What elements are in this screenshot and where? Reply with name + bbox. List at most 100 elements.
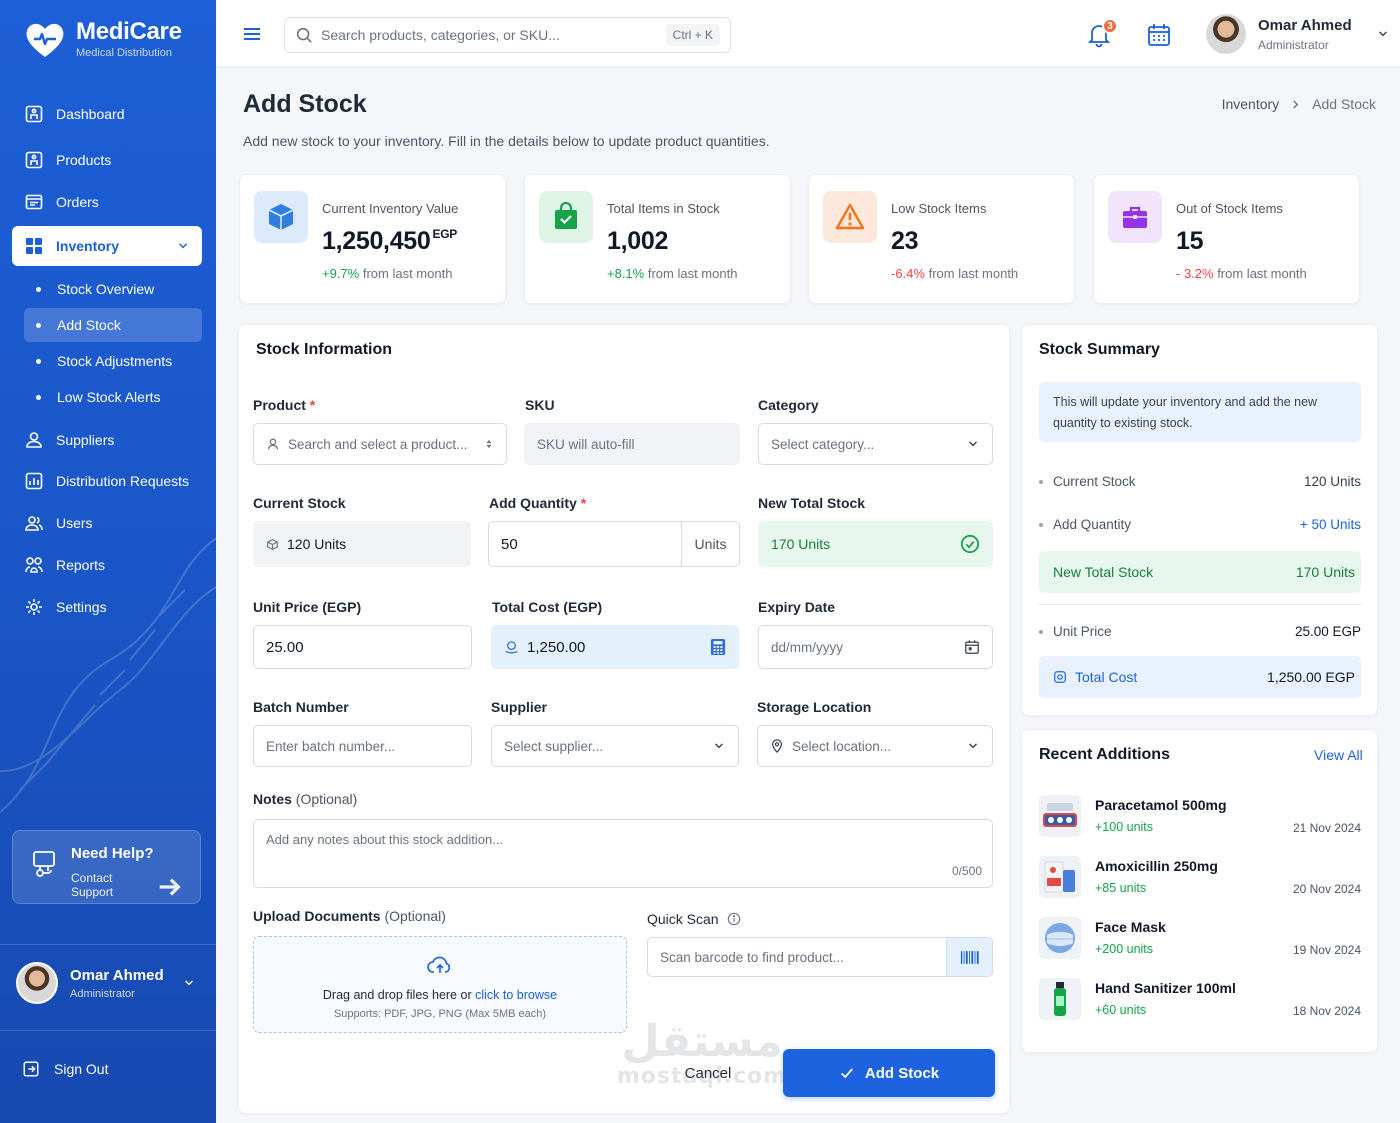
watermark-latin: mostaql.com (616, 1064, 788, 1089)
suppliers-icon (26, 432, 42, 448)
stat-change: -6.4% from last month (891, 266, 1018, 281)
sidebar-item-orders[interactable]: Orders (12, 182, 202, 222)
view-all-link[interactable]: View All (1314, 747, 1363, 763)
sidebar-item-products[interactable]: Products (12, 140, 202, 180)
expiry-date-input[interactable]: dd/mm/yyyy (758, 625, 993, 669)
recent-item-date: 19 Nov 2024 (1292, 943, 1361, 957)
upload-label-text: Upload Documents (253, 908, 381, 924)
total-cost-label: Total Cost (EGP) (492, 599, 603, 615)
supplier-placeholder: Select supplier... (504, 738, 604, 754)
barcode-scan-input[interactable]: Scan barcode to find product... (647, 937, 993, 977)
sidebar-item-suppliers[interactable]: Suppliers (12, 420, 202, 460)
search-shortcut: Ctrl + K (665, 24, 720, 46)
check-icon (840, 1068, 853, 1079)
global-search[interactable]: Ctrl + K (284, 17, 731, 53)
category-select[interactable]: Select category... (758, 423, 993, 465)
storage-location-select[interactable]: Select location... (757, 725, 993, 767)
notification-badge: 3 (1102, 18, 1118, 34)
barcode-icon (960, 950, 979, 964)
stat-icon-wrap (539, 191, 593, 243)
upload-dropzone[interactable]: Drag and drop files here or click to bro… (253, 936, 627, 1033)
sidebar-item-settings[interactable]: Settings (12, 587, 202, 627)
hamburger-menu-icon[interactable] (242, 24, 262, 44)
stat-change-value: - 3.2% (1176, 266, 1214, 281)
bullet-icon (36, 286, 41, 292)
help-title: Need Help? (71, 845, 154, 862)
product-select[interactable]: Search and select a product... (253, 423, 507, 465)
sign-out-button[interactable]: Sign Out (22, 1060, 108, 1078)
page-subtitle: Add new stock to your inventory. Fill in… (243, 133, 770, 149)
sku-label: SKU (525, 397, 555, 413)
sidebar-subitem-low-stock-alerts[interactable]: Low Stock Alerts (24, 380, 202, 414)
product-label: Product * (253, 397, 315, 413)
brand-name: MediCare (76, 18, 182, 45)
summary-row-unit-price: Unit Price 25.00 EGP (1039, 624, 1361, 639)
coins-icon (505, 640, 518, 653)
dashboard-icon (25, 105, 43, 123)
calendar-icon[interactable] (1146, 22, 1172, 48)
help-card[interactable]: Need Help? Contact Support (12, 830, 201, 904)
list-item[interactable]: Face Mask +200 units 19 Nov 2024 (1039, 917, 1361, 961)
sidebar-divider (0, 1030, 216, 1031)
stat-value-number: 15 (1176, 227, 1204, 255)
recent-item-name: Paracetamol 500mg (1095, 797, 1227, 813)
watermark-arabic: مستقل (621, 1016, 783, 1067)
barcode-scan-button[interactable] (946, 938, 992, 976)
summary-divider (1039, 604, 1361, 605)
notes-textarea[interactable]: Add any notes about this stock addition.… (253, 819, 993, 888)
contact-support-link[interactable]: Contact Support (71, 868, 182, 902)
sidebar-item-dashboard[interactable]: Dashboard (12, 94, 202, 134)
list-item[interactable]: Hand Sanitizer 100ml +60 units 18 Nov 20… (1039, 978, 1361, 1022)
list-item[interactable]: Paracetamol 500mg +100 units 21 Nov 2024 (1039, 795, 1361, 839)
category-label: Category (758, 397, 819, 413)
batch-number-input[interactable]: Enter batch number... (253, 725, 472, 767)
add-quantity-input[interactable]: 50 Units (488, 521, 740, 567)
brand[interactable]: MediCare Medical Distribution (24, 20, 182, 59)
sidebar-item-inventory[interactable]: Inventory (12, 226, 202, 266)
check-circle-icon (960, 534, 980, 554)
stat-label: Current Inventory Value (322, 201, 459, 216)
supplier-select[interactable]: Select supplier... (491, 725, 739, 767)
sidebar-subitem-add-stock[interactable]: Add Stock (24, 308, 202, 342)
topbar-user-menu[interactable]: Omar Ahmed Administrator (1206, 14, 1390, 54)
sidebar-item-reports[interactable]: Reports (12, 545, 202, 585)
recent-item-name: Hand Sanitizer 100ml (1095, 980, 1236, 996)
sidebar-item-users[interactable]: Users (12, 503, 202, 543)
stat-label: Low Stock Items (891, 201, 987, 216)
chevron-right-icon (1293, 99, 1299, 109)
recent-item-date: 20 Nov 2024 (1292, 882, 1361, 896)
breadcrumb-inventory[interactable]: Inventory (1222, 96, 1280, 112)
product-thumbnail (1039, 856, 1081, 898)
list-item[interactable]: Amoxicillin 250mg +85 units 20 Nov 2024 (1039, 856, 1361, 900)
add-stock-button[interactable]: Add Stock (783, 1049, 995, 1097)
recent-item-qty: +200 units (1095, 942, 1154, 956)
optional-marker: (Optional) (384, 908, 446, 924)
stat-value: 23 (891, 227, 919, 256)
product-thumbnail (1039, 795, 1081, 837)
search-input[interactable] (321, 27, 658, 43)
sidebar-user-menu[interactable]: Omar Ahmed Administrator (16, 962, 196, 1004)
recent-item-date: 21 Nov 2024 (1292, 821, 1361, 835)
stat-value: 1,002 (607, 227, 668, 256)
sidebar-item-distribution-requests[interactable]: Distribution Requests (12, 461, 202, 501)
sidebar-subitem-stock-overview[interactable]: Stock Overview (24, 272, 202, 306)
calendar-icon[interactable] (964, 639, 980, 655)
summary-row-add-quantity: Add Quantity + 50 Units (1039, 517, 1361, 532)
current-stock-field: 120 Units (253, 521, 471, 567)
sidebar-user-role: Administrator (70, 987, 135, 1000)
new-total-field: 170 Units (758, 521, 993, 567)
briefcase-icon (1123, 206, 1147, 228)
add-stock-button-label: Add Stock (864, 1064, 940, 1082)
info-icon[interactable] (727, 912, 741, 926)
heart-logo-icon (26, 23, 64, 57)
recent-item-name: Amoxicillin 250mg (1095, 858, 1218, 874)
topbar-user-role: Administrator (1258, 37, 1329, 52)
unit-price-input[interactable]: 25.00 (253, 625, 472, 669)
browse-link[interactable]: click to browse (475, 988, 557, 1002)
batch-number-placeholder: Enter batch number... (266, 738, 396, 754)
sort-updown-icon (486, 439, 492, 449)
expiry-date-label: Expiry Date (758, 599, 836, 615)
sidebar-subitem-stock-adjustments[interactable]: Stock Adjustments (24, 344, 202, 378)
cloud-upload-icon (427, 956, 451, 973)
optional-marker: (Optional) (295, 791, 358, 807)
